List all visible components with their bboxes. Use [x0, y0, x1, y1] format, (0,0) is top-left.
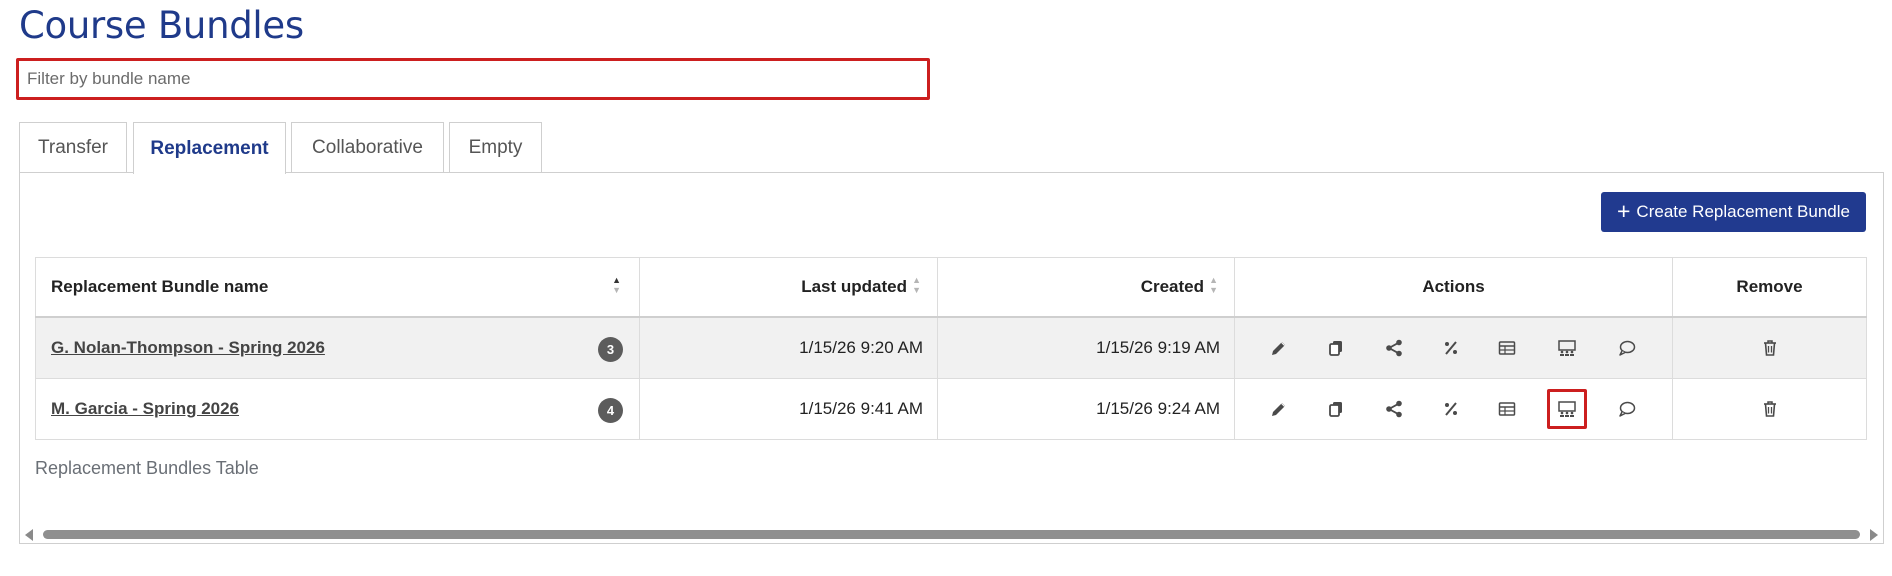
classroom-icon[interactable]	[1547, 389, 1587, 429]
comment-icon[interactable]	[1613, 334, 1641, 362]
course-count-badge: 4	[598, 398, 623, 423]
created-cell: 1/15/26 9:19 AM	[937, 316, 1235, 379]
bundle-name-link[interactable]: M. Garcia - Spring 2026	[51, 399, 239, 418]
horizontal-scrollbar[interactable]	[20, 527, 1883, 541]
remove-cell	[1672, 316, 1867, 379]
table-icon[interactable]	[1493, 395, 1521, 423]
column-header-label: Replacement Bundle name	[51, 277, 269, 296]
filter-bundle-input[interactable]	[16, 58, 930, 100]
column-header-label: Created	[1140, 277, 1204, 296]
remove-cell	[1672, 378, 1867, 440]
copy-icon[interactable]	[1322, 395, 1350, 423]
last-updated-cell: 1/15/26 9:20 AM	[639, 316, 938, 379]
scroll-right-arrow-icon[interactable]	[1870, 529, 1878, 541]
share-icon[interactable]	[1380, 334, 1408, 362]
bundle-name-cell: M. Garcia - Spring 2026 4	[35, 378, 640, 440]
bundle-name-link[interactable]: G. Nolan-Thompson - Spring 2026	[51, 338, 325, 357]
tab-collaborative[interactable]: Collaborative	[291, 122, 444, 173]
trash-icon[interactable]	[1756, 395, 1784, 423]
pencil-icon[interactable]	[1265, 334, 1293, 362]
replacement-bundles-table: Replacement Bundle name ▲ ▼ Last updated …	[35, 257, 1867, 440]
column-header-created[interactable]: Created ▲ ▼	[937, 257, 1235, 318]
column-header-remove: Remove	[1672, 257, 1867, 318]
course-count-badge: 3	[598, 337, 623, 362]
tab-replacement[interactable]: Replacement	[133, 122, 286, 174]
column-header-last-updated[interactable]: Last updated ▲ ▼	[639, 257, 938, 318]
plus-icon: +	[1616, 197, 1631, 224]
copy-icon[interactable]	[1322, 334, 1350, 362]
comment-icon[interactable]	[1613, 395, 1641, 423]
bundle-name-cell: G. Nolan-Thompson - Spring 2026 3	[35, 316, 640, 379]
course-bundles-page: Course Bundles Transfer Replacement Coll…	[0, 0, 1892, 576]
table-header-row: Replacement Bundle name ▲ ▼ Last updated …	[35, 257, 1867, 318]
tab-empty[interactable]: Empty	[449, 122, 542, 173]
scroll-left-arrow-icon[interactable]	[25, 529, 33, 541]
create-button-label: Create Replacement Bundle	[1636, 202, 1850, 221]
table-row: G. Nolan-Thompson - Spring 2026 3 1/15/2…	[35, 316, 1867, 379]
last-updated-cell: 1/15/26 9:41 AM	[639, 378, 938, 440]
percent-icon[interactable]	[1437, 395, 1465, 423]
column-header-actions: Actions	[1234, 257, 1673, 318]
table-caption: Replacement Bundles Table	[35, 458, 259, 478]
page-title: Course Bundles	[19, 4, 304, 47]
column-header-bundle-name[interactable]: Replacement Bundle name ▲ ▼	[35, 257, 640, 318]
sort-icon[interactable]: ▲ ▼	[1209, 276, 1218, 295]
tab-transfer[interactable]: Transfer	[19, 122, 127, 173]
classroom-icon[interactable]	[1553, 334, 1581, 362]
created-cell: 1/15/26 9:24 AM	[937, 378, 1235, 440]
actions-cell	[1234, 316, 1673, 379]
sort-icon[interactable]: ▲ ▼	[912, 276, 921, 295]
share-icon[interactable]	[1380, 395, 1408, 423]
scrollbar-thumb[interactable]	[43, 530, 1860, 539]
table-icon[interactable]	[1493, 334, 1521, 362]
table-row: M. Garcia - Spring 2026 4 1/15/26 9:41 A…	[35, 378, 1867, 440]
sort-icon[interactable]: ▲ ▼	[612, 276, 621, 295]
percent-icon[interactable]	[1437, 334, 1465, 362]
create-replacement-bundle-button[interactable]: + Create Replacement Bundle	[1601, 192, 1866, 232]
pencil-icon[interactable]	[1265, 395, 1293, 423]
trash-icon[interactable]	[1756, 334, 1784, 362]
actions-cell	[1234, 378, 1673, 440]
column-header-label: Last updated	[801, 277, 907, 296]
